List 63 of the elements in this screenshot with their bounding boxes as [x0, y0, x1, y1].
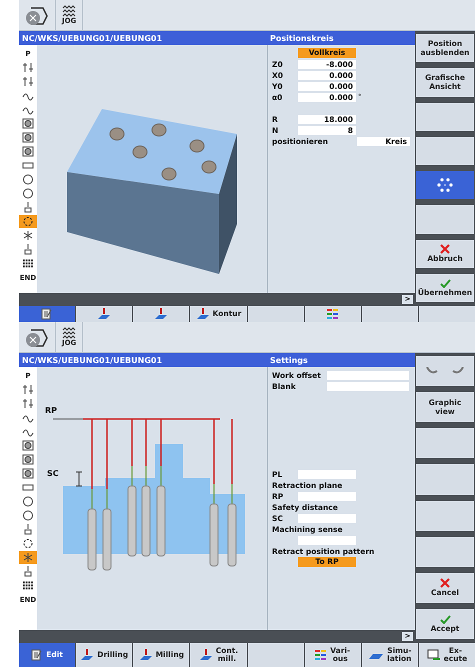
rp-label: RP — [45, 406, 58, 414]
input-field[interactable] — [298, 514, 356, 522]
rectangle-icon — [22, 482, 34, 493]
softkey[interactable] — [416, 171, 474, 200]
grid-pattern-icon — [22, 580, 34, 591]
edit-icon — [41, 308, 54, 320]
drill-icon — [196, 308, 210, 320]
arrows-icon — [22, 398, 34, 409]
disc-icon — [22, 440, 34, 451]
input-field[interactable] — [298, 470, 356, 478]
drill-icon — [22, 566, 34, 577]
softkey[interactable] — [19, 306, 76, 322]
color-bars-icon — [326, 308, 339, 320]
arrows-icon — [22, 76, 34, 87]
program-path: NC/WKS/UEBUNG01/UEBUNG01 — [21, 356, 164, 364]
disc-icon — [22, 146, 34, 157]
edit-icon — [31, 649, 44, 661]
input-field[interactable] — [327, 370, 409, 380]
circle-icon — [22, 174, 34, 185]
grid-pattern-icon — [22, 258, 34, 269]
wave-icon — [62, 327, 76, 339]
arrows-icon — [22, 62, 34, 73]
program-step[interactable] — [19, 215, 37, 228]
drill-icon — [22, 244, 34, 255]
disc-icon — [22, 118, 34, 129]
input-field[interactable] — [298, 536, 356, 544]
disc-icon — [22, 454, 34, 465]
sc-label: SC — [47, 468, 59, 478]
circle-pattern-icon — [22, 538, 34, 549]
rectangle-icon — [22, 160, 34, 171]
radial-pattern-icon — [22, 230, 34, 241]
softkey[interactable] — [416, 356, 474, 386]
program-icon — [426, 649, 441, 661]
circle-icon — [22, 496, 34, 507]
circle-pattern-icon — [437, 177, 453, 194]
disc-icon — [22, 468, 34, 479]
check-icon — [440, 614, 450, 624]
circle-icon — [22, 510, 34, 521]
drill-icon — [138, 649, 153, 661]
radial-pattern-icon — [22, 552, 34, 563]
drill-icon — [80, 649, 94, 661]
panel-title: Settings — [269, 356, 308, 364]
softkey[interactable] — [76, 306, 132, 322]
drill-icon — [97, 308, 112, 320]
softkey[interactable] — [304, 306, 361, 322]
cross-icon — [440, 244, 450, 254]
drill-icon — [154, 308, 168, 320]
circle-icon — [22, 188, 34, 199]
arrows-icon — [22, 384, 34, 395]
input-field[interactable] — [327, 382, 409, 390]
check-icon — [440, 278, 450, 288]
wave-icon — [62, 5, 76, 17]
cross-icon — [440, 578, 450, 588]
drill-icon — [198, 649, 213, 661]
disc-icon — [22, 132, 34, 143]
softkey[interactable] — [133, 306, 190, 322]
drill-icon — [22, 202, 34, 213]
panel-title: Positionskreis — [269, 34, 334, 42]
drill-icon — [22, 524, 34, 535]
color-bars-icon — [315, 649, 328, 661]
input-field[interactable] — [298, 492, 356, 500]
circle-pattern-icon — [22, 216, 34, 227]
program-path: NC/WKS/UEBUNG01/UEBUNG01 — [21, 34, 164, 42]
